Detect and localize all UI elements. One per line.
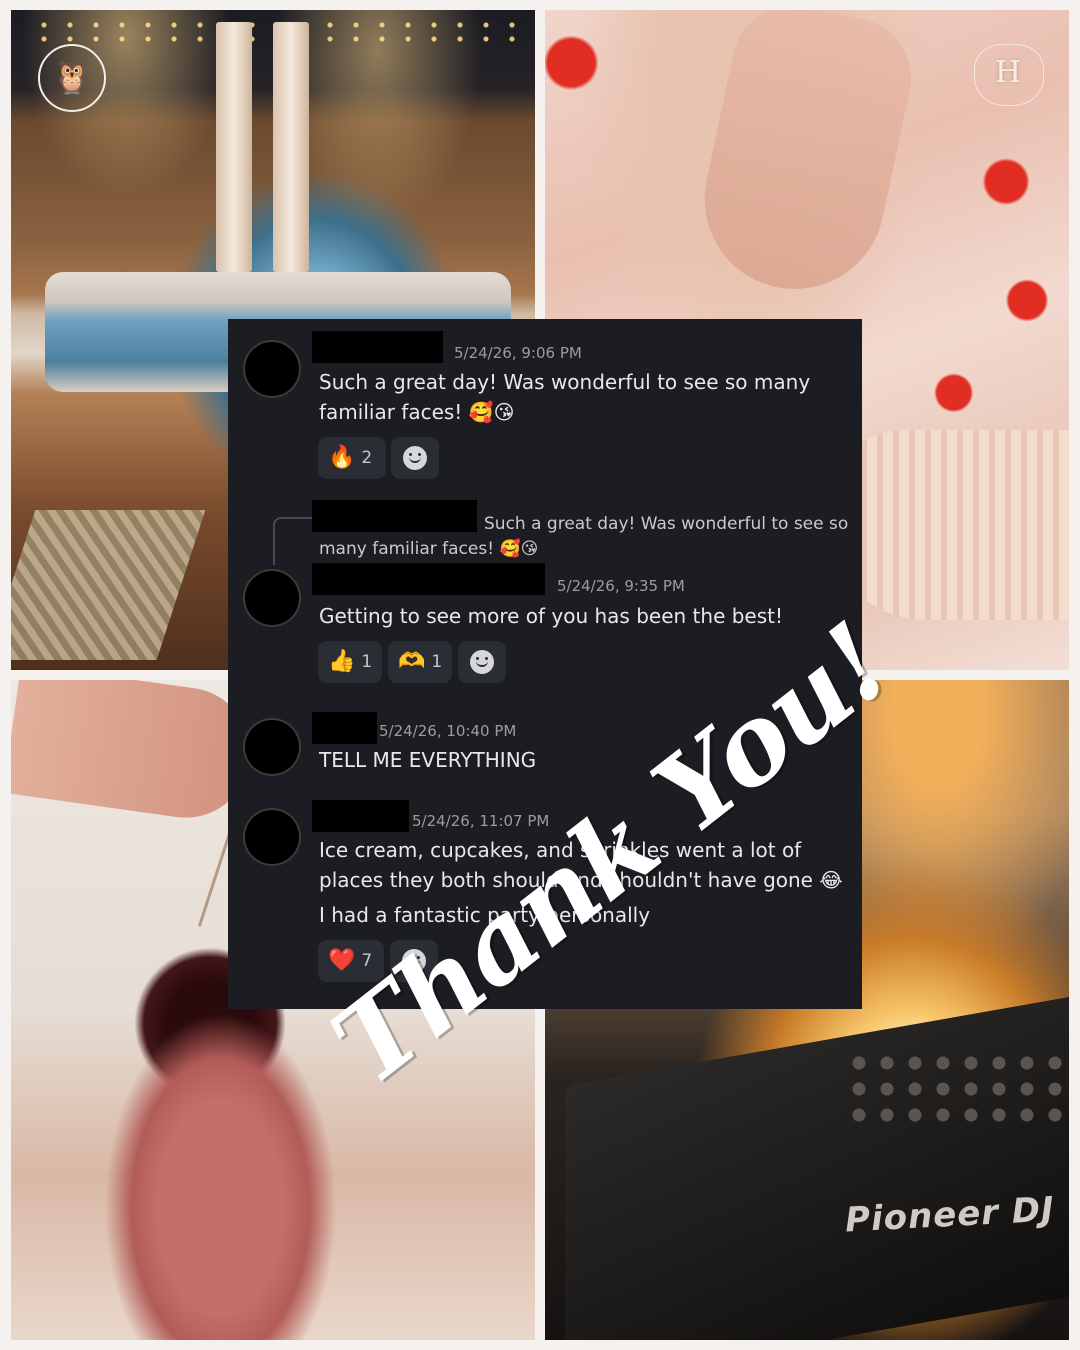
message-text: familiar faces! 🥰😘 — [319, 400, 515, 424]
curtain — [216, 22, 252, 272]
avatar[interactable] — [245, 810, 299, 864]
owl-logo-icon: 🦉 — [38, 44, 106, 112]
message-timestamp: 5/24/26, 10:40 PM — [379, 722, 517, 740]
finger — [11, 680, 259, 827]
avatar[interactable] — [245, 720, 299, 774]
fire-icon: 🔥 — [328, 445, 356, 470]
heart-icon: ❤️ — [328, 948, 356, 973]
reaction-count: 1 — [361, 652, 373, 672]
redacted-username — [312, 712, 377, 744]
frosting-frill — [835, 430, 1069, 620]
reaction-heart-hands[interactable]: 🫶 1 — [388, 641, 452, 683]
redacted-username — [312, 563, 545, 595]
curtain — [273, 22, 309, 272]
reaction-fire[interactable]: 🔥 2 — [318, 437, 386, 479]
heart-hands-icon: 🫶 — [398, 649, 426, 674]
reaction-count: 1 — [431, 652, 443, 672]
redacted-username — [312, 331, 443, 363]
smiley-icon — [403, 446, 427, 470]
dj-controller — [565, 994, 1069, 1340]
reaction-thumbs-up[interactable]: 👍 1 — [318, 641, 382, 683]
redacted-username — [312, 800, 409, 832]
reply-connector — [273, 517, 313, 565]
message-timestamp: 5/24/26, 11:07 PM — [412, 812, 550, 830]
redacted-username — [312, 500, 477, 532]
reaction-count: 2 — [361, 448, 373, 468]
add-reaction-button[interactable] — [391, 437, 439, 479]
message-text: Such a great day! Was wonderful to see s… — [319, 370, 811, 394]
add-reaction-button[interactable] — [458, 641, 506, 683]
reply-preview-text[interactable]: Such a great day! Was wonderful to see s… — [484, 511, 848, 537]
reply-preview-text[interactable]: many familiar faces! 🥰😘 — [319, 536, 538, 562]
controller-knobs — [845, 1050, 1065, 1130]
avatar[interactable] — [245, 342, 299, 396]
hand — [687, 10, 923, 306]
message-text: Getting to see more of you has been the … — [319, 604, 784, 628]
avatar[interactable] — [245, 571, 299, 625]
message-text: TELL ME EVERYTHING — [319, 748, 537, 772]
message-timestamp: 5/24/26, 9:35 PM — [557, 577, 685, 595]
smiley-icon — [470, 650, 494, 674]
rug — [11, 510, 206, 660]
message-timestamp: 5/24/26, 9:06 PM — [454, 344, 582, 362]
thumbs-up-icon: 👍 — [328, 649, 356, 674]
h-logo: H — [966, 40, 1050, 110]
